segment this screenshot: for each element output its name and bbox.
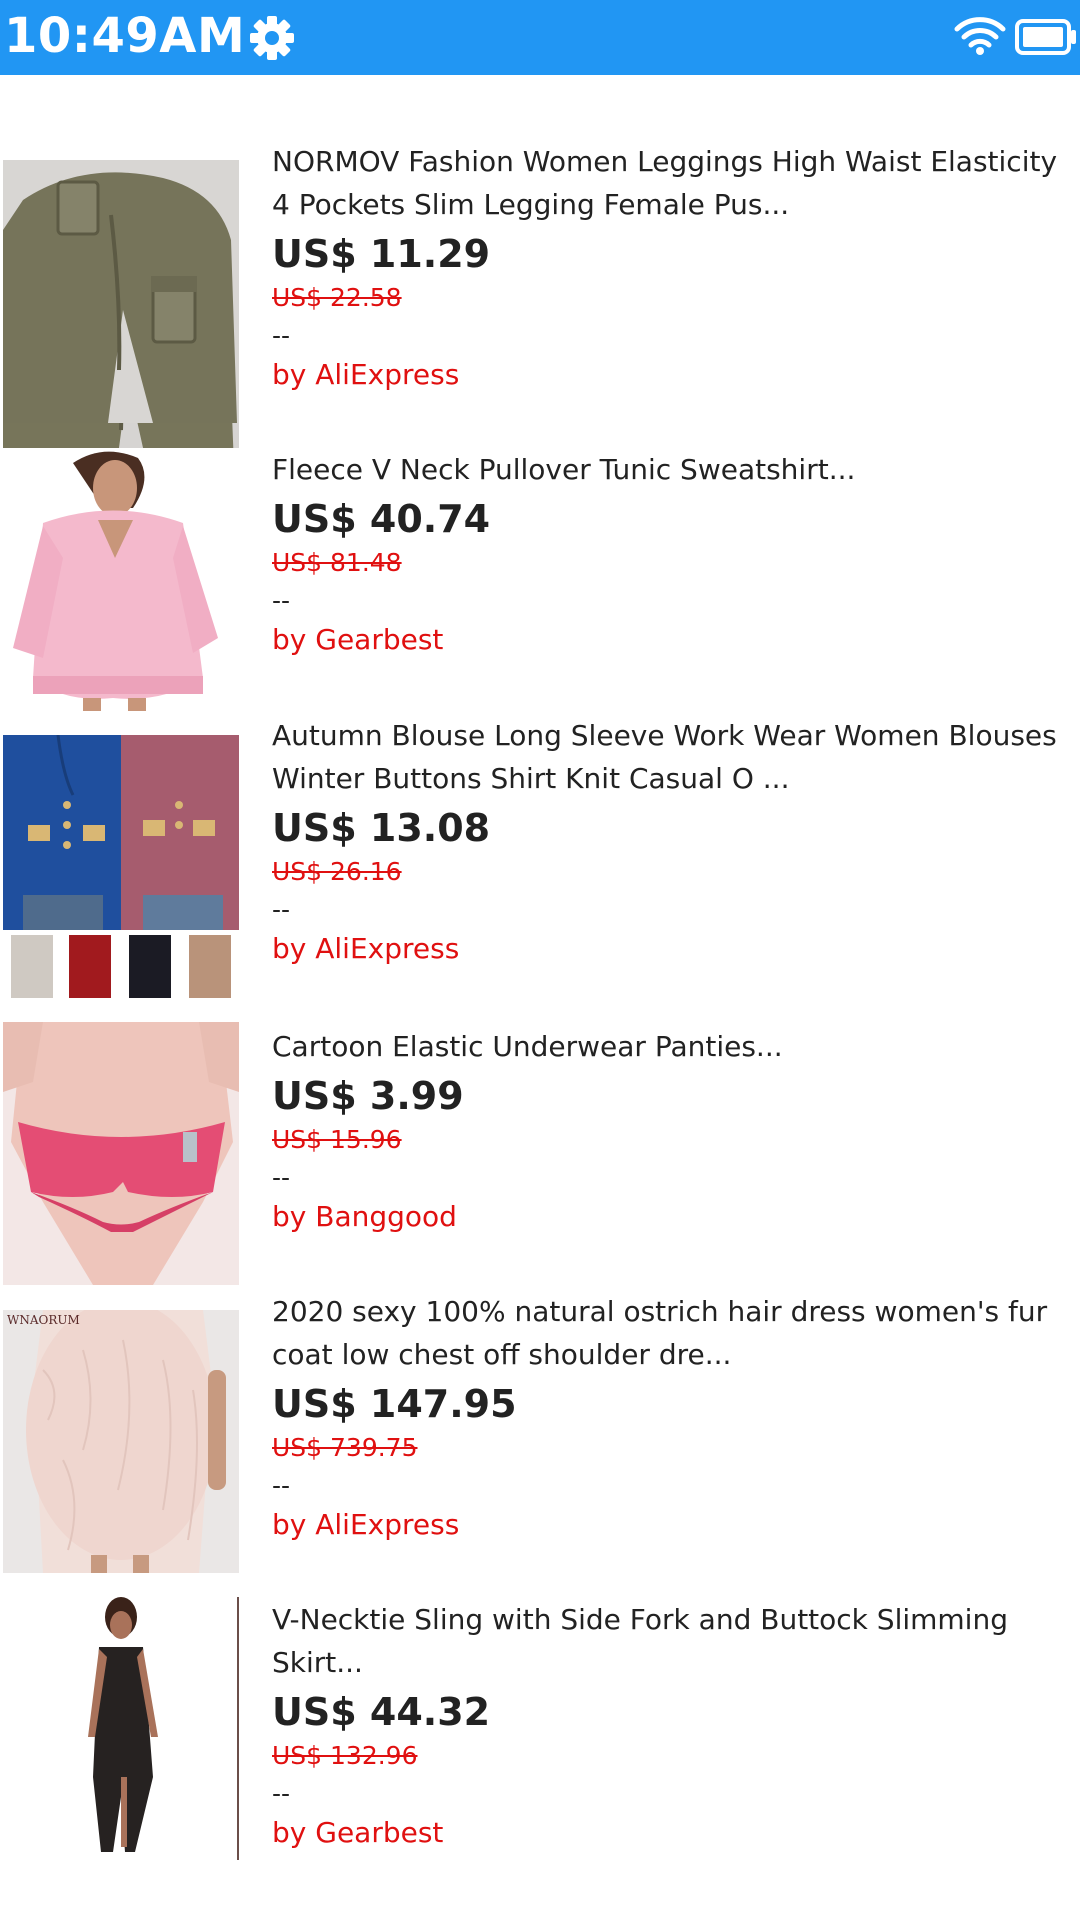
product-image-leggings[interactable] [3, 160, 239, 423]
product-rows: NORMOV Fashion Women Leggings High Waist… [0, 0, 1080, 1920]
product-price: US$ 44.32 [272, 1690, 491, 1734]
product-original-price: US$ 132.96 [272, 1741, 418, 1770]
product-info: NORMOV Fashion Women Leggings High Waist… [272, 140, 1077, 395]
product-seller[interactable]: by AliExpress [272, 355, 1077, 395]
product-rating: -- [272, 895, 291, 924]
product-seller[interactable]: by AliExpress [272, 1505, 1077, 1545]
product-info: V-Necktie Sling with Side Fork and Butto… [272, 1598, 1077, 1853]
product-seller[interactable]: by Banggood [272, 1197, 1077, 1237]
product-image-sweatshirt[interactable] [3, 448, 239, 711]
product-rating: -- [272, 1779, 291, 1808]
product-image-sling-skirt[interactable] [3, 1597, 239, 1860]
product-price: US$ 13.08 [272, 806, 491, 850]
product-price: US$ 3.99 [272, 1074, 464, 1118]
product-title[interactable]: Cartoon Elastic Underwear Panties... [272, 1025, 1077, 1068]
product-title[interactable]: Autumn Blouse Long Sleeve Work Wear Wome… [272, 714, 1077, 800]
product-rating: -- [272, 321, 291, 350]
product-original-price: US$ 81.48 [272, 548, 402, 577]
product-original-price: US$ 26.16 [272, 857, 402, 886]
product-original-price: US$ 15.96 [272, 1125, 402, 1154]
product-rating: -- [272, 586, 291, 615]
product-price: US$ 40.74 [272, 497, 491, 541]
product-original-price: US$ 739.75 [272, 1433, 418, 1462]
product-title[interactable]: V-Necktie Sling with Side Fork and Butto… [272, 1598, 1077, 1684]
product-original-price: US$ 22.58 [272, 283, 402, 312]
product-price: US$ 11.29 [272, 232, 491, 276]
product-image-blouse[interactable] [3, 735, 239, 998]
product-title[interactable]: NORMOV Fashion Women Leggings High Waist… [272, 140, 1077, 226]
product-rating: -- [272, 1163, 291, 1192]
product-image-fur-dress[interactable]: WNAORUM [3, 1310, 239, 1573]
product-info: Autumn Blouse Long Sleeve Work Wear Wome… [272, 714, 1077, 969]
product-info: Fleece V Neck Pullover Tunic Sweatshirt.… [272, 448, 1077, 660]
product-info: 2020 sexy 100% natural ostrich hair dres… [272, 1290, 1077, 1545]
product-title[interactable]: Fleece V Neck Pullover Tunic Sweatshirt.… [272, 448, 1077, 491]
product-seller[interactable]: by Gearbest [272, 620, 1077, 660]
product-rating: -- [272, 1471, 291, 1500]
product-title[interactable]: 2020 sexy 100% natural ostrich hair dres… [272, 1290, 1077, 1376]
product-seller[interactable]: by AliExpress [272, 929, 1077, 969]
image-watermark-text: WNAORUM [7, 1313, 80, 1327]
product-seller[interactable]: by Gearbest [272, 1813, 1077, 1853]
product-price: US$ 147.95 [272, 1382, 517, 1426]
product-image-underwear[interactable] [3, 1022, 239, 1285]
product-info: Cartoon Elastic Underwear Panties... US$… [272, 1025, 1077, 1237]
